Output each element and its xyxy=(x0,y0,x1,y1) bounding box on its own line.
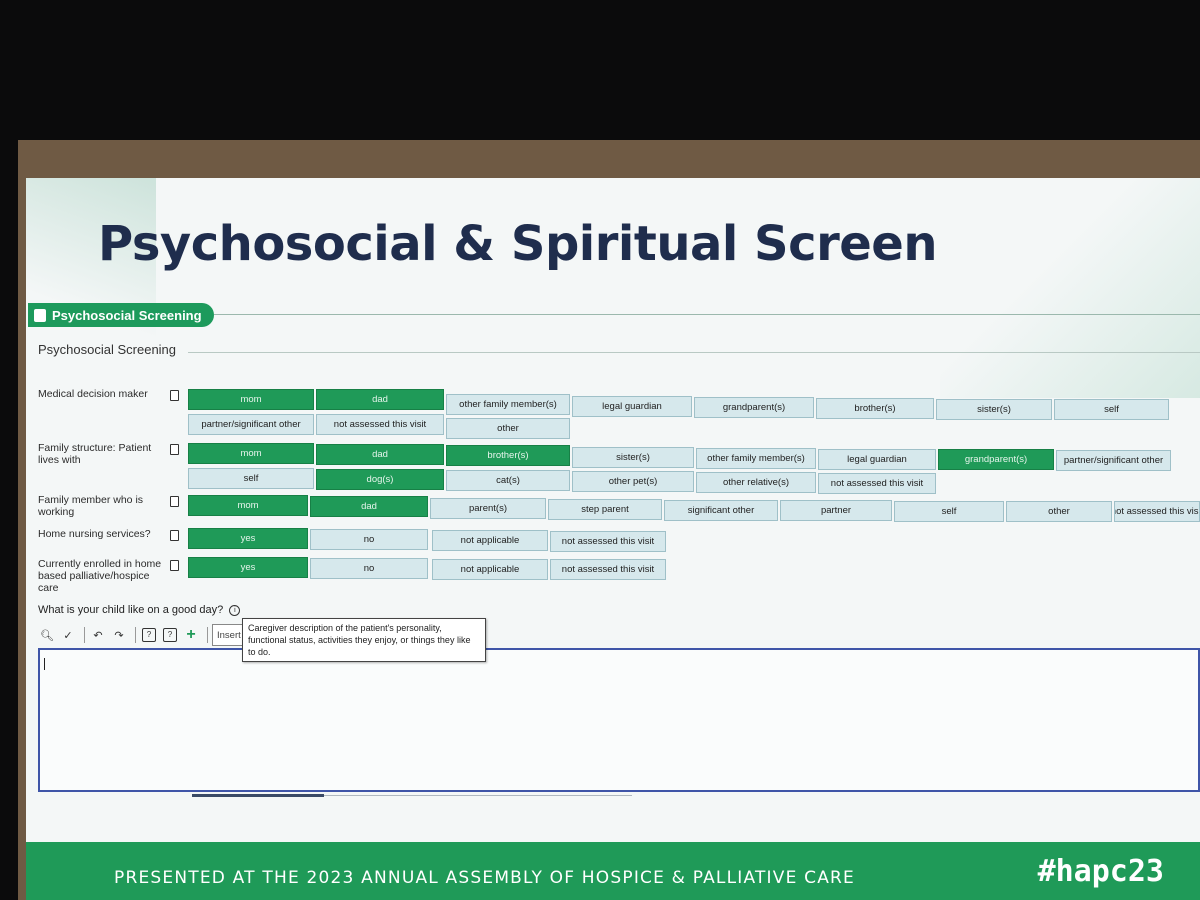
option-mdm-legal-guardian[interactable]: legal guardian xyxy=(572,396,692,417)
option-fs-other-family[interactable]: other family member(s) xyxy=(696,448,816,469)
option-mdm-not-assessed[interactable]: not assessed this visit xyxy=(316,414,444,435)
notes-icon[interactable] xyxy=(170,496,179,507)
option-fmw-mom[interactable]: mom xyxy=(188,495,308,516)
notes-icon[interactable] xyxy=(170,390,179,401)
field-label-home-palliative: Currently enrolled in home based palliat… xyxy=(38,558,162,594)
field-label-family-member-working: Family member who is working xyxy=(38,494,144,518)
info-icon[interactable]: i xyxy=(229,604,241,616)
section-divider xyxy=(214,314,1200,315)
option-fs-partner[interactable]: partner/significant other xyxy=(1056,450,1171,471)
zoom-icon[interactable]: 🔍︎ xyxy=(38,626,56,644)
option-fs-other-pets[interactable]: other pet(s) xyxy=(572,471,694,492)
notes-icon[interactable] xyxy=(170,530,179,541)
option-hn-yes[interactable]: yes xyxy=(188,528,308,549)
field-label-home-nursing: Home nursing services? xyxy=(38,528,151,540)
footer-hashtag: #hapc23 xyxy=(1037,854,1164,889)
option-mdm-grandparents[interactable]: grandparent(s) xyxy=(694,397,814,418)
field-label-family-structure: Family structure: Patient lives with xyxy=(38,442,152,466)
option-fs-not-assessed[interactable]: not assessed this visit xyxy=(818,473,936,494)
option-mdm-brothers[interactable]: brother(s) xyxy=(816,398,934,419)
option-fs-cats[interactable]: cat(s) xyxy=(446,470,570,491)
option-fmw-significant-other[interactable]: significant other xyxy=(664,500,778,521)
option-fmw-self[interactable]: self xyxy=(894,501,1004,522)
option-hp-not-applicable[interactable]: not applicable xyxy=(432,559,548,580)
editor-toolbar: 🔍︎ ✓ ↶ ↷ ? ? + Insert xyxy=(38,624,256,646)
option-mdm-mom[interactable]: mom xyxy=(188,389,314,410)
option-fs-mom[interactable]: mom xyxy=(188,443,314,464)
toolbar-separator xyxy=(207,627,208,643)
option-hn-not-applicable[interactable]: not applicable xyxy=(432,530,548,551)
option-fs-brothers[interactable]: brother(s) xyxy=(446,445,570,466)
toolbar-separator xyxy=(84,627,85,643)
option-fmw-step-parent[interactable]: step parent xyxy=(548,499,662,520)
section-tab[interactable]: Psychosocial Screening xyxy=(28,303,214,327)
answer-textarea[interactable] xyxy=(38,648,1200,792)
section-tab-label: Psychosocial Screening xyxy=(52,307,202,323)
option-fs-legal-guardian[interactable]: legal guardian xyxy=(818,449,936,470)
spellcheck-icon[interactable]: ✓ xyxy=(59,626,77,644)
option-fs-dogs[interactable]: dog(s) xyxy=(316,469,444,490)
document-icon xyxy=(34,308,46,322)
help-alt-icon[interactable]: ? xyxy=(161,626,179,644)
option-fmw-not-assessed[interactable]: not assessed this visit xyxy=(1114,501,1200,522)
option-hn-no[interactable]: no xyxy=(310,529,428,550)
slide-footer: PRESENTED AT THE 2023 ANNUAL ASSEMBLY OF… xyxy=(26,842,1200,900)
option-fmw-parents[interactable]: parent(s) xyxy=(430,498,546,519)
option-fmw-dad[interactable]: dad xyxy=(310,496,428,517)
option-fs-sisters[interactable]: sister(s) xyxy=(572,447,694,468)
option-fs-self[interactable]: self xyxy=(188,468,314,489)
info-tooltip: Caregiver description of the patient's p… xyxy=(242,618,486,662)
notes-icon[interactable] xyxy=(170,444,179,455)
option-hn-not-assessed[interactable]: not assessed this visit xyxy=(550,531,666,552)
question-text: What is your child like on a good day? xyxy=(38,604,224,616)
option-mdm-self[interactable]: self xyxy=(1054,399,1169,420)
toolbar-separator xyxy=(135,627,136,643)
help-icon[interactable]: ? xyxy=(140,626,158,644)
footer-text: PRESENTED AT THE 2023 ANNUAL ASSEMBLY OF… xyxy=(114,868,855,888)
field-label-medical-decision-maker: Medical decision maker xyxy=(38,388,148,400)
option-fs-dad[interactable]: dad xyxy=(316,444,444,465)
option-fs-grandparents[interactable]: grandparent(s) xyxy=(938,449,1054,470)
redo-icon[interactable]: ↷ xyxy=(110,626,128,644)
option-hp-yes[interactable]: yes xyxy=(188,557,308,578)
slide-title: Psychosocial & Spiritual Screen xyxy=(98,216,938,272)
undo-icon[interactable]: ↶ xyxy=(89,626,107,644)
option-fmw-partner[interactable]: partner xyxy=(780,500,892,521)
heading-divider xyxy=(188,352,1200,353)
option-mdm-other-family[interactable]: other family member(s) xyxy=(446,394,570,415)
text-caret xyxy=(44,658,45,670)
option-mdm-partner[interactable]: partner/significant other xyxy=(188,414,314,435)
option-hp-no[interactable]: no xyxy=(310,558,428,579)
section-heading: Psychosocial Screening xyxy=(38,342,177,357)
slide: Psychosocial & Spiritual Screen Psychoso… xyxy=(26,178,1200,900)
option-fmw-other[interactable]: other xyxy=(1006,501,1112,522)
option-hp-not-assessed[interactable]: not assessed this visit xyxy=(550,559,666,580)
option-mdm-other[interactable]: other xyxy=(446,418,570,439)
option-fs-other-relatives[interactable]: other relative(s) xyxy=(696,472,816,493)
slide-decoration-right xyxy=(940,178,1200,398)
notes-icon[interactable] xyxy=(170,560,179,571)
scrollbar-thumb[interactable] xyxy=(192,794,324,797)
option-mdm-dad[interactable]: dad xyxy=(316,389,444,410)
add-icon[interactable]: + xyxy=(182,626,200,644)
option-mdm-sisters[interactable]: sister(s) xyxy=(936,399,1052,420)
question-label: What is your child like on a good day? i xyxy=(38,604,241,616)
